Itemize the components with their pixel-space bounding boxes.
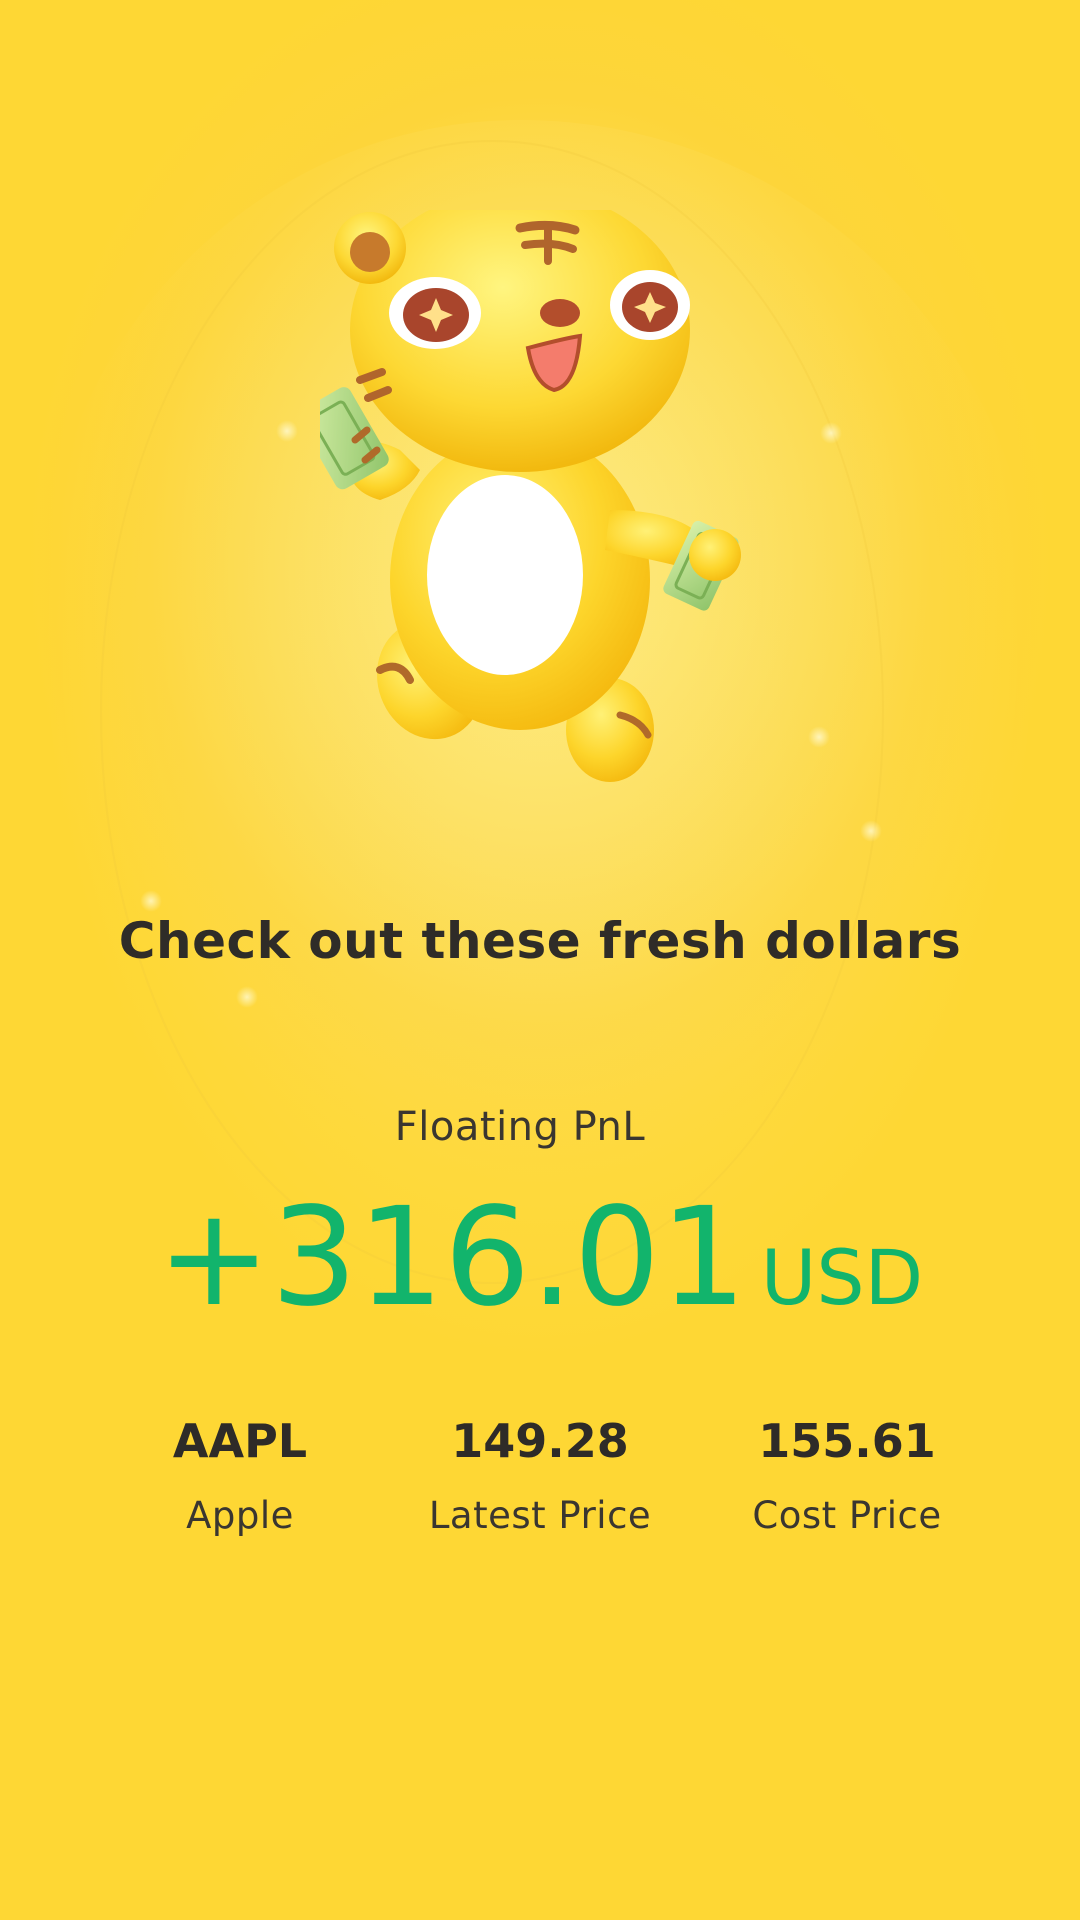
stat-ticker: AAPL Apple (90, 1414, 390, 1537)
cost-price-value: 155.61 (758, 1414, 936, 1468)
sparkle-decoration (236, 986, 258, 1008)
sparkle-decoration (276, 420, 298, 442)
latest-price-label: Latest Price (428, 1494, 652, 1537)
pnl-value: +316.01 (156, 1179, 747, 1337)
company-name: Apple (186, 1494, 294, 1537)
stat-cost-price: 155.61 Cost Price (697, 1414, 997, 1537)
headline: Check out these fresh dollars (118, 912, 962, 970)
sparkle-decoration (808, 726, 830, 748)
latest-price-value: 149.28 (451, 1414, 629, 1468)
ticker-symbol: AAPL (172, 1414, 308, 1468)
pnl-currency: USD (760, 1233, 924, 1322)
stat-latest-price: 149.28 Latest Price (390, 1414, 690, 1537)
sparkle-decoration (140, 890, 162, 912)
floating-pnl-amount: +316.01 USD (0, 1190, 1080, 1326)
tiger-mascot-illustration (320, 210, 741, 782)
sparkle-decoration (820, 422, 842, 444)
floating-pnl-label: Floating PnL (394, 1104, 646, 1150)
sparkle-decoration (860, 820, 882, 842)
cost-price-label: Cost Price (752, 1494, 942, 1537)
